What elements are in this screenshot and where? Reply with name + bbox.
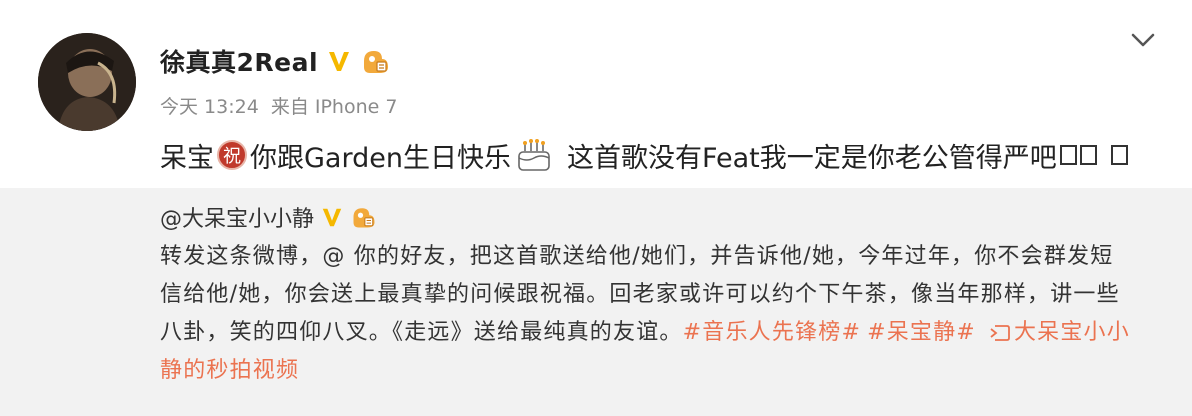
post-text: 呆宝 祝 你跟Garden生日快乐 这首歌没有Feat我一定是你老公管得严吧 [160, 132, 1128, 178]
repost-line-3-text: 八卦，笑的四仰八叉。《走远》送给最纯真的友谊。 [160, 320, 683, 345]
post-meta: 今天 13:24 来自 IPhone 7 [160, 92, 403, 119]
video-link[interactable]: 大呆宝小小 [1014, 320, 1130, 345]
verified-v-icon [329, 52, 350, 71]
author-name[interactable]: 徐真真2Real [160, 43, 318, 79]
post-text-part-1: 呆宝 [160, 142, 214, 174]
video-icon [990, 325, 1010, 341]
post-text-part-3: 这首歌没有Feat我一定是你老公管得严吧 [566, 142, 1057, 174]
chevron-down-icon[interactable] [1126, 26, 1160, 54]
repost-text: 转发这条微博，@ 你的好友，把这首歌送给他/她们，并告诉他/她，今年过年，你不会… [160, 238, 1160, 390]
repost-line-3: 八卦，笑的四仰八叉。《走远》送给最纯真的友谊。#音乐人先锋榜# #呆宝静# 大呆宝小… [160, 314, 1160, 352]
repost-line-1: 转发这条微博，@ 你的好友，把这首歌送给他/她们，并告诉他/她，今年过年，你不会… [160, 244, 1114, 269]
author-line: 徐真真2Real [160, 44, 392, 78]
missing-glyph-icon [1079, 145, 1097, 165]
repost-author-link[interactable]: @大呆宝小小静 [160, 201, 314, 233]
hashtag-link[interactable]: #呆宝静# [867, 320, 976, 345]
post-source[interactable]: IPhone 7 [315, 96, 398, 118]
repost-line-4: 静的秒拍视频 [160, 352, 1160, 390]
cake-emoji-icon [518, 139, 550, 171]
post-text-part-2: 你跟Garden生日快乐 [250, 142, 511, 174]
video-link-continued[interactable]: 静的秒拍视频 [160, 358, 299, 383]
post-source-prefix: 来自 [270, 96, 309, 118]
repost-author-line: @大呆宝小小静 [160, 201, 378, 233]
avatar-image [38, 33, 136, 131]
avatar[interactable] [38, 33, 136, 131]
hashtag-link[interactable]: #音乐人先锋榜# [683, 320, 861, 345]
zhu-emoji-icon: 祝 [217, 140, 247, 170]
missing-glyph-icon [1059, 145, 1077, 165]
repost-line-2: 信给他/她，你会送上最真挚的问候跟祝福。回老家或许可以约个下午茶，像当年那样，讲… [160, 282, 1120, 307]
verified-v-icon [322, 208, 342, 227]
fan-badge-icon[interactable] [350, 204, 378, 230]
fan-badge-icon[interactable] [360, 47, 392, 75]
weibo-post: 徐真真2Real 今天 13:24 来自 IPhone 7 呆宝 祝 你跟Gard… [0, 0, 1192, 416]
post-time[interactable]: 今天 13:24 [160, 96, 259, 118]
missing-glyph-icon [1110, 145, 1128, 165]
